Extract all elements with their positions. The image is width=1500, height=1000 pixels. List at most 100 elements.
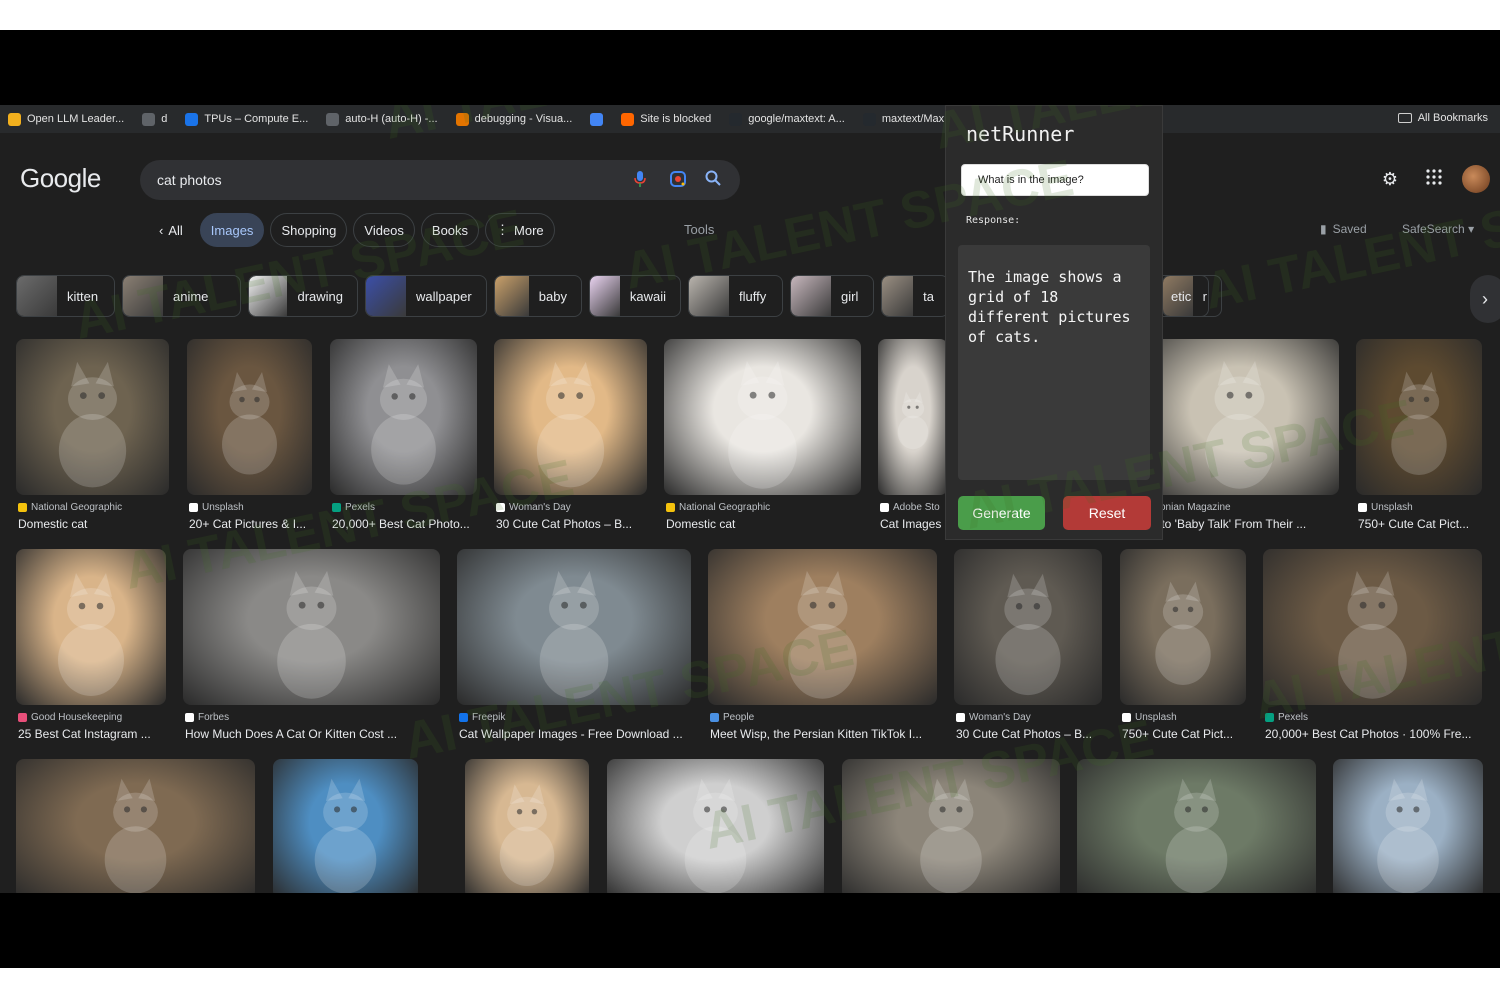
chip-drawing[interactable]: drawing [248, 275, 358, 317]
image-result-card[interactable]: National Geographic Domestic cat [664, 339, 861, 535]
cat-photo-thumbnail[interactable] [465, 759, 589, 893]
cat-photo-thumbnail[interactable] [1140, 339, 1339, 495]
result-source[interactable]: Unsplash [1358, 502, 1413, 513]
cat-photo-thumbnail[interactable] [16, 759, 255, 893]
image-result-card[interactable]: Woman's Day 30 Cute Cat Photos – B... [954, 549, 1102, 745]
image-result-card[interactable]: National Geographic Domestic cat [16, 339, 169, 535]
result-source[interactable]: Unsplash [1122, 712, 1177, 723]
image-result-card[interactable] [16, 759, 255, 893]
result-source[interactable]: Unsplash [189, 502, 244, 513]
result-source[interactable]: People [710, 712, 754, 723]
chip-ta[interactable]: ta [881, 275, 949, 317]
image-result-card[interactable]: Unsplash 750+ Cute Cat Pict... [1120, 549, 1246, 745]
image-result-card[interactable] [1333, 759, 1483, 893]
chevron-right-icon[interactable]: › [1470, 275, 1500, 323]
chip-etic[interactable]: etic [1161, 275, 1209, 317]
cat-photo-thumbnail[interactable] [187, 339, 312, 495]
search-input[interactable] [157, 172, 617, 188]
cat-photo-thumbnail[interactable] [664, 339, 861, 495]
image-result-card[interactable]: Adobe Sto Cat Images [878, 339, 948, 535]
image-result-card[interactable] [1077, 759, 1316, 893]
bookmark-item[interactable]: maxtext/Max [862, 112, 944, 126]
result-title[interactable]: 20+ Cat Pictures & I... [189, 517, 310, 531]
cat-photo-thumbnail[interactable] [878, 339, 948, 495]
reset-button[interactable]: Reset [1063, 496, 1151, 530]
result-title[interactable]: act to 'Baby Talk' From Their ... [1142, 517, 1337, 531]
cat-photo-thumbnail[interactable] [708, 549, 937, 705]
lens-icon[interactable] [668, 170, 688, 190]
cat-photo-thumbnail[interactable] [954, 549, 1102, 705]
result-title[interactable]: 20,000+ Best Cat Photos · 100% Fre... [1265, 727, 1480, 741]
image-result-card[interactable]: sonian Magazine act to 'Baby Talk' From T… [1140, 339, 1339, 535]
all-bookmarks[interactable]: All Bookmarks [1397, 112, 1488, 124]
result-source[interactable]: Pexels [332, 502, 375, 513]
result-source[interactable]: Pexels [1265, 712, 1308, 723]
bookmark-item[interactable] [590, 112, 604, 126]
result-title[interactable]: Meet Wisp, the Persian Kitten TikTok I..… [710, 727, 935, 741]
settings-gear-icon[interactable]: ⚙ [1378, 167, 1402, 191]
cat-photo-thumbnail[interactable] [1356, 339, 1482, 495]
cat-photo-thumbnail[interactable] [183, 549, 440, 705]
cat-photo-thumbnail[interactable] [494, 339, 647, 495]
result-title[interactable]: 25 Best Cat Instagram ... [18, 727, 164, 741]
result-title[interactable]: 30 Cute Cat Photos – B... [956, 727, 1100, 741]
result-title[interactable]: Cat Images [880, 517, 946, 531]
result-source[interactable]: Woman's Day [956, 712, 1031, 723]
tab-images[interactable]: Images [199, 213, 265, 247]
apps-grid-icon[interactable] [1422, 167, 1446, 191]
image-result-card[interactable]: Unsplash 20+ Cat Pictures & I... [187, 339, 312, 535]
chip-anime[interactable]: anime [122, 275, 241, 317]
cat-photo-thumbnail[interactable] [1077, 759, 1316, 893]
bookmark-item[interactable]: google/maxtext: A... [729, 112, 845, 126]
bookmark-item[interactable]: Open LLM Leader... [8, 112, 124, 126]
tools-button[interactable]: Tools [684, 222, 714, 237]
image-result-card[interactable]: Pexels 20,000+ Best Cat Photos · 100% Fre… [1263, 549, 1482, 745]
cat-photo-thumbnail[interactable] [457, 549, 691, 705]
result-title[interactable]: 30 Cute Cat Photos – B... [496, 517, 645, 531]
search-icon[interactable] [703, 170, 723, 190]
tab-all[interactable]: ‹ All [148, 213, 194, 247]
image-result-card[interactable]: Unsplash 750+ Cute Cat Pict... [1356, 339, 1482, 535]
image-result-card[interactable] [465, 759, 589, 893]
safesearch-button[interactable]: SafeSearch ▾ [1402, 222, 1474, 236]
microphone-icon[interactable] [630, 170, 650, 190]
cat-photo-thumbnail[interactable] [1120, 549, 1246, 705]
bookmark-item[interactable]: Site is blocked [621, 112, 711, 126]
chip-wallpaper[interactable]: wallpaper [365, 275, 487, 317]
chip-kitten[interactable]: kitten [16, 275, 115, 317]
image-result-card[interactable]: Forbes How Much Does A Cat Or Kitten Cost… [183, 549, 440, 745]
image-result-card[interactable] [842, 759, 1060, 893]
result-title[interactable]: Cat Wallpaper Images - Free Download ... [459, 727, 689, 741]
image-result-card[interactable] [273, 759, 418, 893]
cat-photo-thumbnail[interactable] [1263, 549, 1482, 705]
account-avatar[interactable] [1462, 165, 1490, 193]
search-bar[interactable] [140, 160, 740, 200]
image-result-card[interactable] [607, 759, 824, 893]
result-title[interactable]: 750+ Cute Cat Pict... [1122, 727, 1244, 741]
bookmark-item[interactable]: d [142, 112, 167, 126]
chip-kawaii[interactable]: kawaii [589, 275, 681, 317]
result-title[interactable]: 750+ Cute Cat Pict... [1358, 517, 1480, 531]
result-title[interactable]: Domestic cat [666, 517, 859, 531]
result-title[interactable]: 20,000+ Best Cat Photo... [332, 517, 475, 531]
bookmark-item[interactable]: debugging - Visua... [455, 112, 572, 126]
chip-fluffy[interactable]: fluffy [688, 275, 783, 317]
chip-baby[interactable]: baby [494, 275, 582, 317]
cat-photo-thumbnail[interactable] [607, 759, 824, 893]
cat-photo-thumbnail[interactable] [273, 759, 418, 893]
result-source[interactable]: Freepik [459, 712, 505, 723]
cat-photo-thumbnail[interactable] [16, 549, 166, 705]
cat-photo-thumbnail[interactable] [842, 759, 1060, 893]
image-result-card[interactable]: Freepik Cat Wallpaper Images - Free Downl… [457, 549, 691, 745]
prompt-input[interactable] [961, 164, 1149, 196]
tab-books[interactable]: Books [420, 213, 480, 247]
tab-more[interactable]: ⋮ More [485, 213, 555, 247]
cat-photo-thumbnail[interactable] [16, 339, 169, 495]
cat-photo-thumbnail[interactable] [330, 339, 477, 495]
result-source[interactable]: Adobe Sto [880, 502, 940, 513]
tab-shopping[interactable]: Shopping [270, 213, 348, 247]
result-source[interactable]: National Geographic [18, 502, 122, 513]
result-source[interactable]: National Geographic [666, 502, 770, 513]
image-result-card[interactable]: Good Housekeeping 25 Best Cat Instagram .… [16, 549, 166, 745]
image-result-card[interactable]: People Meet Wisp, the Persian Kitten TikT… [708, 549, 937, 745]
